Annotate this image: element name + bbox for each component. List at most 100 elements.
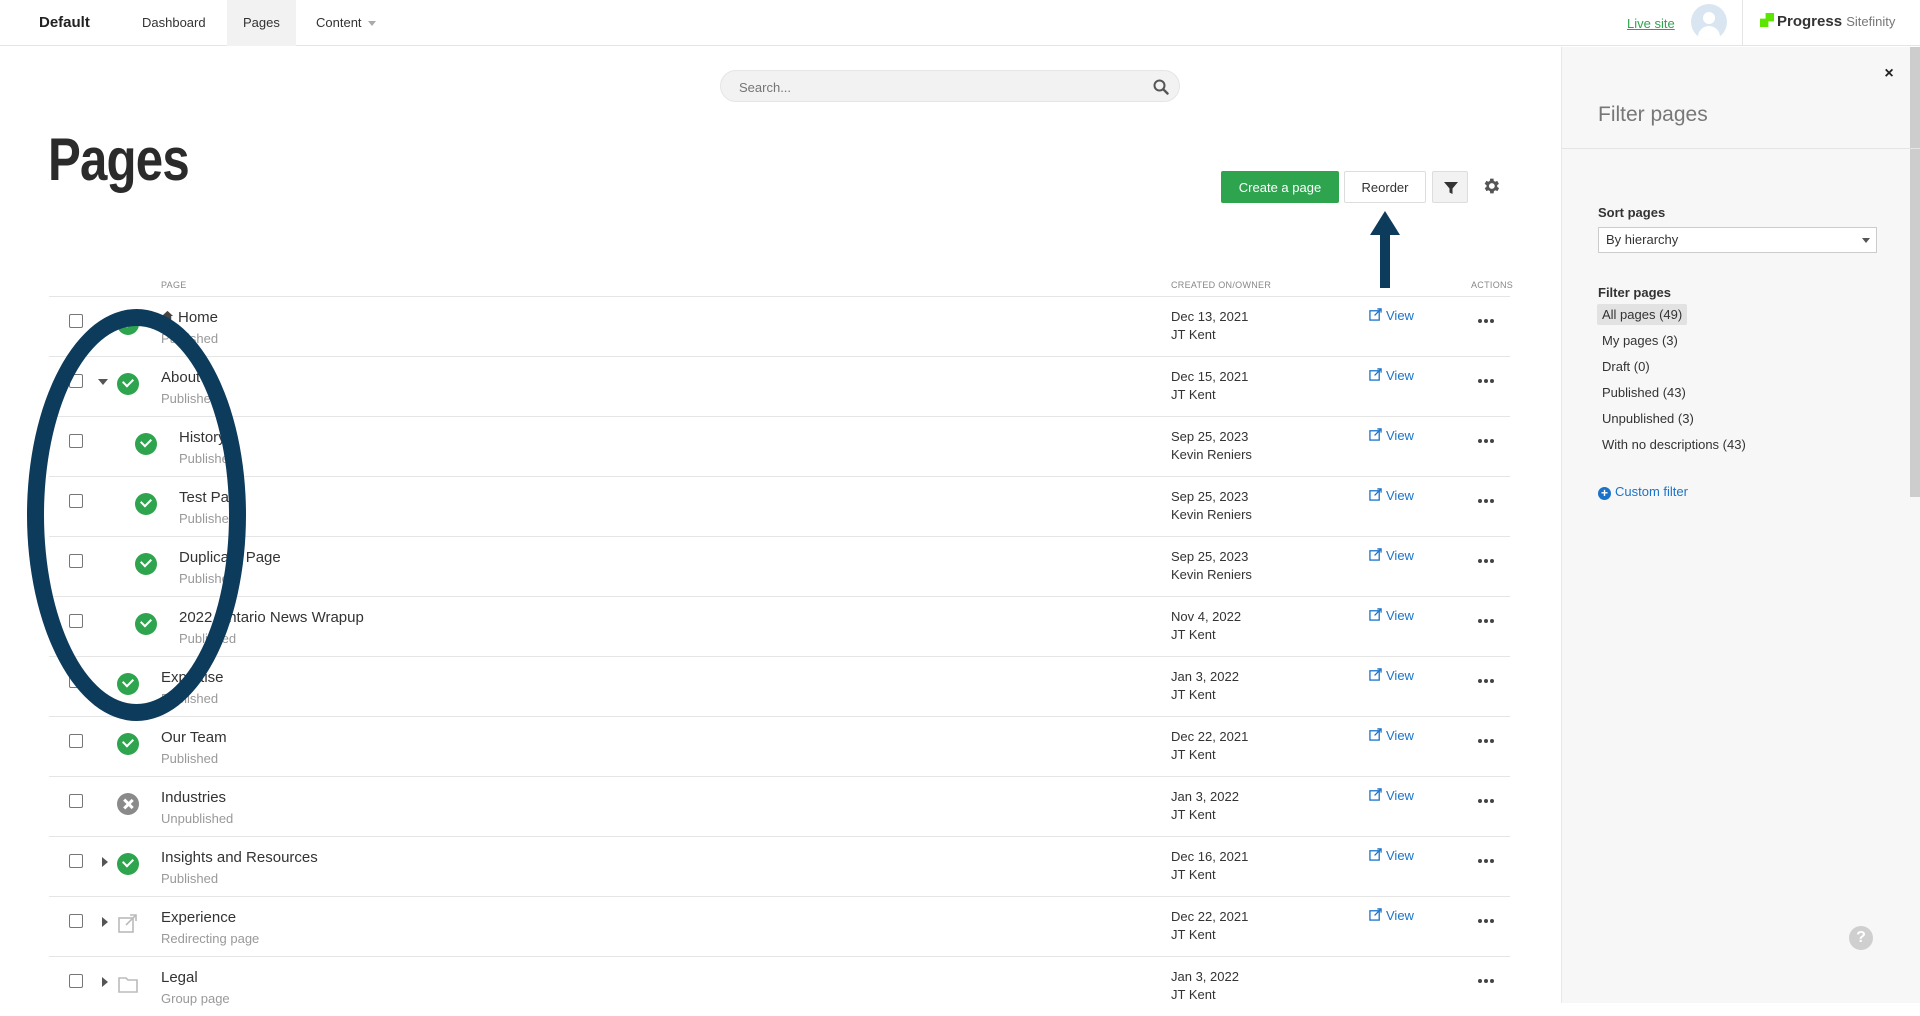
view-link[interactable]: View — [1369, 848, 1414, 863]
chevron-down-icon[interactable] — [98, 379, 108, 385]
page-name-link[interactable]: Home — [161, 309, 218, 326]
more-actions-icon[interactable] — [1478, 679, 1494, 685]
table-row[interactable]: Insights and Resources Published Dec 16, 2… — [49, 836, 1510, 896]
create-page-button[interactable]: Create a page — [1221, 171, 1339, 203]
close-icon[interactable]: × — [1880, 65, 1898, 83]
view-link[interactable]: View — [1369, 788, 1414, 803]
filter-option[interactable]: Draft (0) — [1597, 356, 1655, 377]
row-checkbox[interactable] — [69, 674, 83, 688]
row-checkbox[interactable] — [69, 914, 83, 928]
table-row[interactable]: Home Published Dec 13, 2021 JT Kent View — [49, 296, 1510, 356]
search-input[interactable] — [739, 78, 1119, 96]
settings-button[interactable] — [1478, 173, 1504, 199]
table-row[interactable]: About Published Dec 15, 2021 JT Kent View — [49, 356, 1510, 416]
filter-option[interactable]: My pages (3) — [1597, 330, 1683, 351]
more-actions-icon[interactable] — [1478, 799, 1494, 805]
row-checkbox[interactable] — [69, 314, 83, 328]
filter-option[interactable]: All pages (49) — [1597, 304, 1688, 325]
table-row[interactable]: Test Page Published Sep 25, 2023 Kevin Reni… — [49, 476, 1510, 536]
more-actions-icon[interactable] — [1478, 499, 1494, 505]
page-name-link[interactable]: Duplicate Page — [179, 549, 281, 566]
table-row[interactable]: Expertise Published Jan 3, 2022 JT Kent View — [49, 656, 1510, 716]
view-link[interactable]: View — [1369, 368, 1414, 383]
page-status: Published — [179, 631, 237, 646]
page-name-link[interactable]: Insights and Resources — [161, 849, 318, 866]
avatar[interactable] — [1691, 4, 1727, 40]
view-link[interactable]: View — [1369, 908, 1414, 923]
nav-content[interactable]: Content — [300, 0, 392, 46]
filter-option[interactable]: With no descriptions (43) — [1597, 434, 1751, 455]
more-actions-icon[interactable] — [1478, 559, 1494, 565]
custom-filter-link[interactable]: + Custom filter — [1598, 484, 1688, 500]
view-label: View — [1386, 488, 1414, 503]
page-name-link[interactable]: Our Team — [161, 729, 227, 746]
table-row[interactable]: Industries Unpublished Jan 3, 2022 JT Kent V… — [49, 776, 1510, 836]
view-link[interactable]: View — [1369, 488, 1414, 503]
more-actions-icon[interactable] — [1478, 379, 1494, 385]
published-check-icon — [117, 313, 139, 335]
table-row[interactable]: Our Team Published Dec 22, 2021 JT Kent View — [49, 716, 1510, 776]
row-checkbox[interactable] — [69, 434, 83, 448]
page-name-link[interactable]: Test Page — [179, 489, 246, 506]
page-name-link[interactable]: Expertise — [161, 669, 224, 686]
more-actions-icon[interactable] — [1478, 919, 1494, 925]
row-checkbox[interactable] — [69, 734, 83, 748]
chevron-right-icon[interactable] — [102, 977, 108, 987]
more-actions-icon[interactable] — [1478, 619, 1494, 625]
more-actions-icon[interactable] — [1478, 319, 1494, 325]
page-name-link[interactable]: Industries — [161, 789, 226, 806]
view-link[interactable]: View — [1369, 548, 1414, 563]
page-status: Published — [179, 571, 237, 586]
view-link[interactable]: View — [1369, 668, 1414, 683]
page-name-link[interactable]: Legal — [161, 969, 198, 986]
table-row[interactable]: History Published Sep 25, 2023 Kevin Renier… — [49, 416, 1510, 476]
view-label: View — [1386, 368, 1414, 383]
more-actions-icon[interactable] — [1478, 439, 1494, 445]
sort-select[interactable]: By hierarchy — [1598, 227, 1877, 253]
row-checkbox[interactable] — [69, 374, 83, 388]
site-selector[interactable]: Default — [39, 14, 90, 31]
page-title: Pages — [48, 126, 190, 193]
page-status: Published — [161, 871, 219, 886]
view-link[interactable]: View — [1369, 428, 1414, 443]
nav-content-label: Content — [316, 15, 362, 30]
external-link-icon — [1369, 608, 1382, 621]
reorder-button[interactable]: Reorder — [1344, 171, 1426, 203]
more-actions-icon[interactable] — [1478, 739, 1494, 745]
row-checkbox[interactable] — [69, 854, 83, 868]
view-link[interactable]: View — [1369, 728, 1414, 743]
filter-option[interactable]: Unpublished (3) — [1597, 408, 1699, 429]
view-link[interactable]: View — [1369, 308, 1414, 323]
page-name-link[interactable]: About — [161, 369, 200, 386]
scrollbar[interactable] — [1910, 47, 1920, 497]
page-name-link[interactable]: Experience — [161, 909, 236, 926]
chevron-right-icon[interactable] — [102, 917, 108, 927]
more-actions-icon[interactable] — [1478, 979, 1494, 985]
column-header-actions: ACTIONS — [1471, 280, 1514, 290]
live-site-link[interactable]: Live site — [1627, 16, 1675, 31]
nav-pages[interactable]: Pages — [227, 0, 296, 46]
more-actions-icon[interactable] — [1478, 859, 1494, 865]
filter-option[interactable]: Published (43) — [1597, 382, 1691, 403]
page-status: Redirecting page — [161, 931, 260, 946]
row-checkbox[interactable] — [69, 554, 83, 568]
page-status: Published — [179, 511, 237, 526]
nav-dashboard[interactable]: Dashboard — [126, 0, 222, 46]
page-name: Duplicate Page — [179, 549, 281, 566]
help-icon[interactable]: ? — [1849, 926, 1873, 950]
filter-toggle-button[interactable] — [1432, 171, 1468, 203]
row-checkbox[interactable] — [69, 494, 83, 508]
table-row[interactable]: 2022 Ontario News Wrapup Published Nov 4, … — [49, 596, 1510, 656]
table-row[interactable]: Experience Redirecting page Dec 22, 2021 JT… — [49, 896, 1510, 956]
row-checkbox[interactable] — [69, 794, 83, 808]
page-name-link[interactable]: History — [179, 429, 226, 446]
row-checkbox[interactable] — [69, 614, 83, 628]
page-status: Published — [161, 691, 219, 706]
row-checkbox[interactable] — [69, 974, 83, 988]
view-link[interactable]: View — [1369, 608, 1414, 623]
table-row[interactable]: Legal Group page Jan 3, 2022 JT Kent — [49, 956, 1510, 1016]
chevron-right-icon[interactable] — [102, 857, 108, 867]
table-row[interactable]: Duplicate Page Published Sep 25, 2023 Kevin… — [49, 536, 1510, 596]
search-icon[interactable] — [1153, 79, 1169, 95]
page-name-link[interactable]: 2022 Ontario News Wrapup — [179, 609, 364, 626]
